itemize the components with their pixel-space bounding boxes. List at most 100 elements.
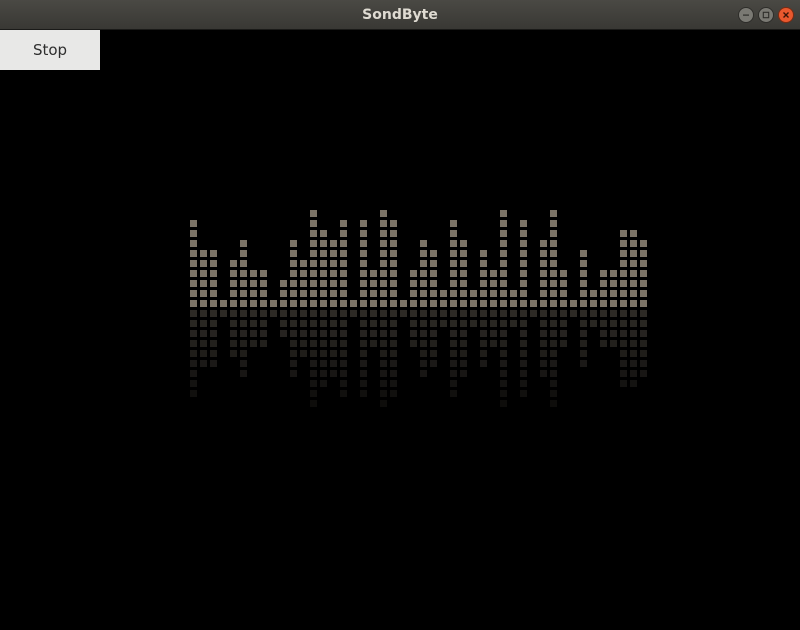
equalizer-bar [440, 290, 447, 327]
reflection-cell [620, 310, 627, 317]
reflection-cell [510, 310, 517, 317]
bar-cell [550, 270, 557, 277]
reflection-cell [230, 310, 237, 317]
bar-cell [320, 290, 327, 297]
bar-cell [470, 290, 477, 297]
bar-cell [390, 270, 397, 277]
reflection-cell [500, 350, 507, 357]
stop-button[interactable]: Stop [0, 30, 100, 70]
reflection-cell [380, 340, 387, 347]
bar-cell [460, 300, 467, 307]
bar-cell [540, 280, 547, 287]
reflection-cell [330, 350, 337, 357]
reflection-cell [450, 360, 457, 367]
reflection-cell [520, 390, 527, 397]
bar-cell [240, 250, 247, 257]
bar-cell [230, 300, 237, 307]
bar-cell [320, 240, 327, 247]
equalizer-bar [220, 300, 227, 317]
reflection-cell [620, 380, 627, 387]
reflection-cell [540, 360, 547, 367]
reflection-cell [230, 320, 237, 327]
reflection-cell [450, 330, 457, 337]
reflection-cell [310, 320, 317, 327]
bar-cell [310, 300, 317, 307]
reflection-cell [540, 370, 547, 377]
equalizer-bar [590, 290, 597, 327]
reflection-cell [230, 340, 237, 347]
bar-cell [410, 300, 417, 307]
bar-cell [380, 240, 387, 247]
equalizer-bar [620, 230, 627, 387]
reflection-cell [250, 310, 257, 317]
reflection-cell [580, 320, 587, 327]
bar-cell [200, 270, 207, 277]
bar-cell [420, 290, 427, 297]
reflection-cell [330, 370, 337, 377]
reflection-cell [320, 340, 327, 347]
bar-cell [200, 290, 207, 297]
reflection-cell [500, 360, 507, 367]
equalizer-bar [600, 270, 607, 347]
bar-cell [430, 250, 437, 257]
reflection-cell [520, 320, 527, 327]
bar-cell [520, 230, 527, 237]
reflection-cell [450, 320, 457, 327]
bar-cell [240, 300, 247, 307]
reflection-cell [390, 350, 397, 357]
reflection-cell [340, 390, 347, 397]
reflection-cell [190, 340, 197, 347]
reflection-cell [550, 310, 557, 317]
bar-cell [450, 220, 457, 227]
reflection-cell [360, 380, 367, 387]
bar-cell [450, 260, 457, 267]
bar-cell [370, 300, 377, 307]
bar-cell [640, 300, 647, 307]
bar-cell [340, 220, 347, 227]
reflection-cell [530, 310, 537, 317]
bar-cell [340, 270, 347, 277]
reflection-cell [270, 310, 277, 317]
reflection-cell [360, 390, 367, 397]
reflection-cell [640, 310, 647, 317]
bar-cell [490, 300, 497, 307]
reflection-cell [580, 310, 587, 317]
bar-cell [630, 300, 637, 307]
reflection-cell [480, 340, 487, 347]
bar-cell [450, 250, 457, 257]
equalizer-bar [370, 270, 377, 347]
reflection-cell [460, 310, 467, 317]
reflection-cell [380, 380, 387, 387]
bar-cell [580, 270, 587, 277]
bar-cell [560, 270, 567, 277]
reflection-cell [210, 360, 217, 367]
bar-cell [380, 290, 387, 297]
reflection-cell [240, 330, 247, 337]
reflection-cell [610, 310, 617, 317]
reflection-cell [200, 340, 207, 347]
bar-cell [230, 290, 237, 297]
reflection-cell [410, 310, 417, 317]
bar-cell [340, 240, 347, 247]
equalizer-bar [530, 300, 537, 317]
reflection-cell [290, 310, 297, 317]
reflection-cell [450, 340, 457, 347]
reflection-cell [620, 340, 627, 347]
bar-cell [500, 220, 507, 227]
bar-cell [380, 230, 387, 237]
reflection-cell [630, 360, 637, 367]
bar-cell [260, 290, 267, 297]
reflection-cell [540, 330, 547, 337]
equalizer-bar [330, 240, 337, 377]
bar-cell [360, 240, 367, 247]
bar-cell [300, 290, 307, 297]
reflection-cell [420, 330, 427, 337]
bar-cell [330, 280, 337, 287]
reflection-cell [340, 380, 347, 387]
equalizer-bar [500, 210, 507, 407]
reflection-cell [450, 380, 457, 387]
bar-cell [550, 260, 557, 267]
reflection-cell [630, 380, 637, 387]
bar-cell [230, 270, 237, 277]
reflection-cell [550, 400, 557, 407]
